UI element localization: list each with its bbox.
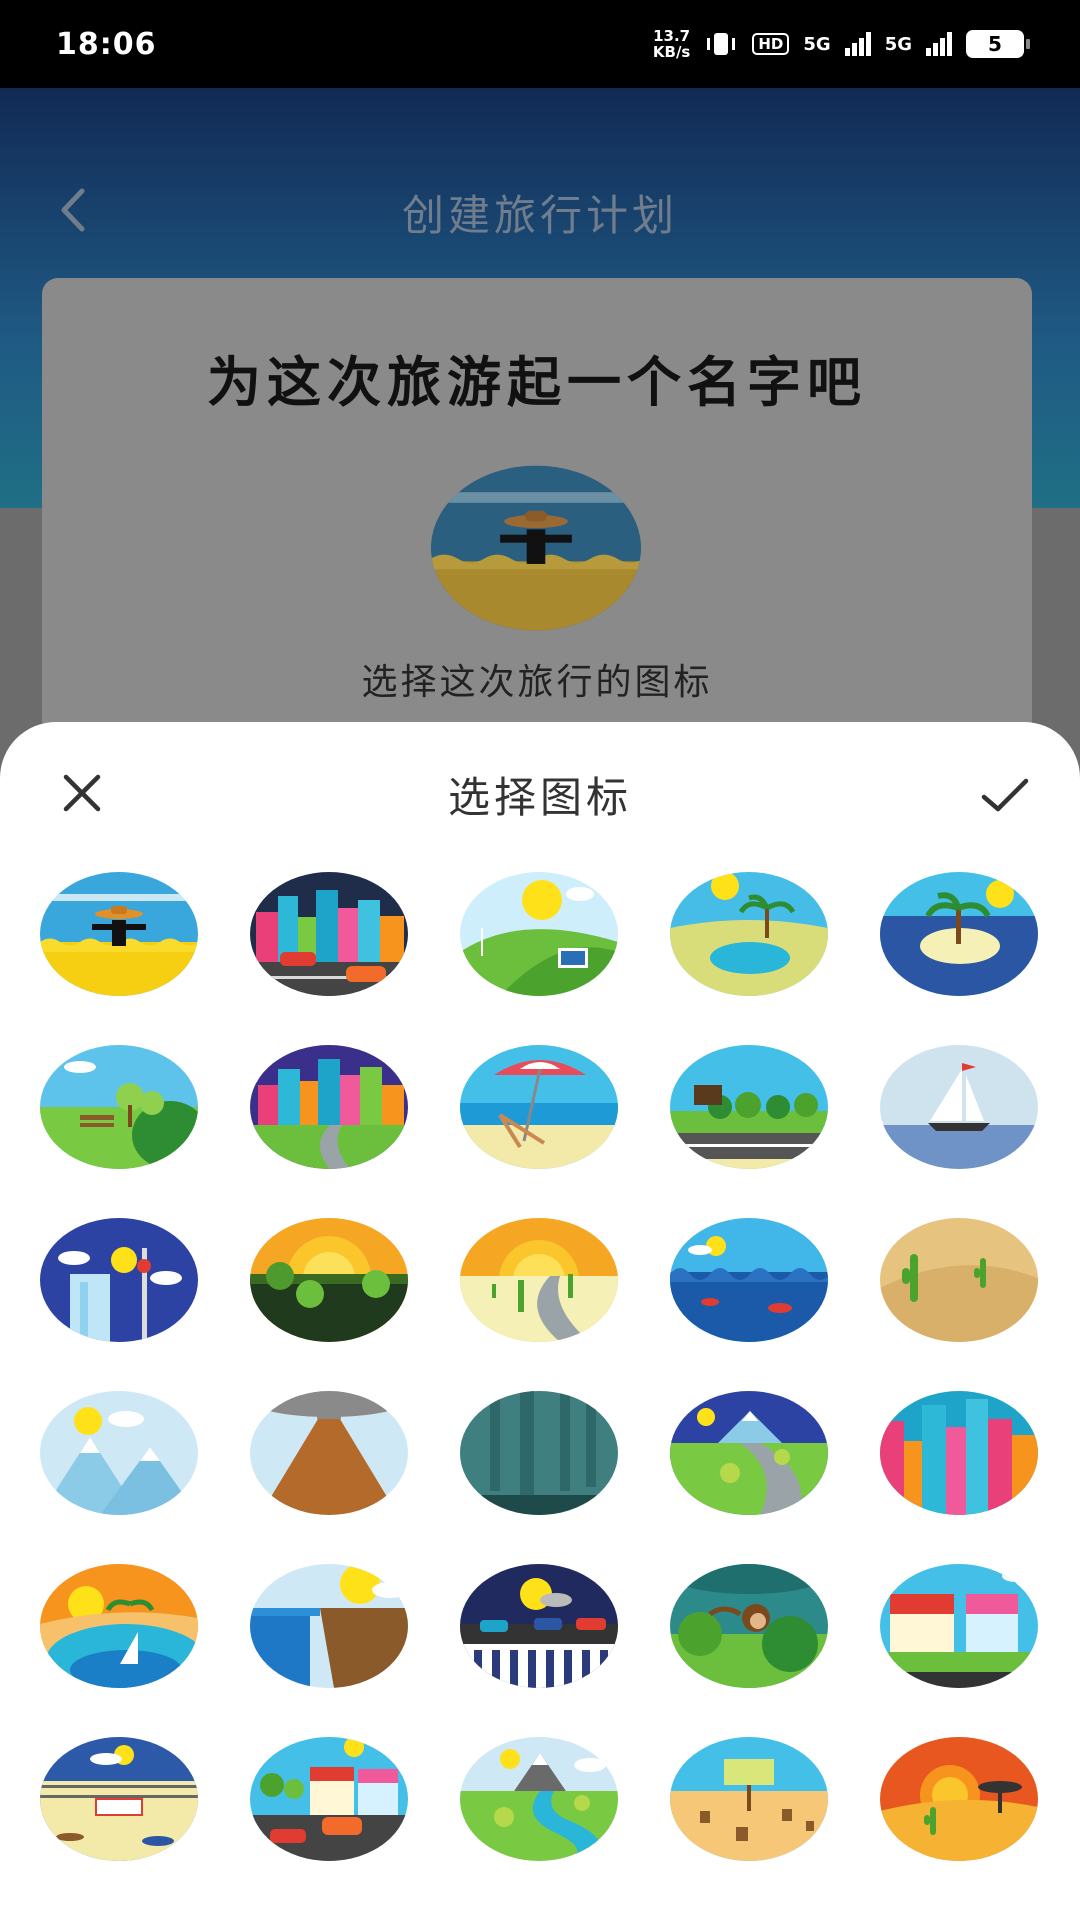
scarecrow-field-icon[interactable]: [40, 872, 198, 996]
oasis-palm-icon[interactable]: [670, 872, 828, 996]
save-the-trees-icon[interactable]: [670, 1737, 828, 1861]
check-icon[interactable]: [978, 767, 1032, 821]
dark-forest-icon[interactable]: [460, 1391, 618, 1515]
network-speed-value: 13.7: [653, 27, 691, 45]
solar-panel-hills-icon[interactable]: [460, 872, 618, 996]
signal-strength-icon-2: [926, 32, 952, 56]
sim2-5g-label: 5G: [884, 33, 912, 55]
battery-level: 5: [988, 32, 1002, 56]
desert-road-icon[interactable]: [460, 1218, 618, 1342]
warzone-beach-icon[interactable]: [40, 1737, 198, 1861]
tropical-lagoon-icon[interactable]: [40, 1564, 198, 1688]
sunset-forest-icon[interactable]: [250, 1218, 408, 1342]
sea-fish-icon[interactable]: [670, 1218, 828, 1342]
river-mountains-icon[interactable]: [460, 1737, 618, 1861]
selected-trip-icon[interactable]: [431, 465, 641, 631]
snow-mountains-icon[interactable]: [40, 1391, 198, 1515]
network-speed-unit: KB/s: [652, 43, 691, 61]
city-park-path-icon[interactable]: [250, 1045, 408, 1169]
signal-strength-icon: [844, 32, 871, 56]
tv-tower-city-icon[interactable]: [40, 1218, 198, 1342]
waterfall-cliff-icon[interactable]: [250, 1564, 408, 1688]
hd-badge: HD: [752, 33, 790, 55]
status-bar: 18:06 13.7 KB/s HD 5G 5G 5: [0, 0, 1080, 88]
icon-picker-sheet: 选择图标: [0, 722, 1080, 1920]
network-speed: 13.7 KB/s: [653, 28, 690, 60]
highway-86-icon[interactable]: [670, 1045, 828, 1169]
city-traffic-icon[interactable]: [250, 872, 408, 996]
status-icons: 13.7 KB/s HD 5G 5G 5: [653, 28, 1030, 60]
beach-chair-icon[interactable]: [460, 1045, 618, 1169]
battery-icon: 5: [966, 30, 1030, 58]
park-bench-icon[interactable]: [40, 1045, 198, 1169]
page-title: 创建旅行计划: [401, 191, 678, 240]
savanna-sunset-icon[interactable]: [880, 1737, 1038, 1861]
icon-caption: 选择这次旅行的图标: [361, 662, 713, 703]
monkey-jungle-icon[interactable]: [670, 1564, 828, 1688]
vibrate-icon: [707, 33, 736, 55]
volcano-icon[interactable]: [250, 1391, 408, 1515]
food-stalls-icon[interactable]: [880, 1564, 1038, 1688]
desert-cactus-icon[interactable]: [880, 1218, 1038, 1342]
street-shops-icon[interactable]: [250, 1737, 408, 1861]
night-traffic-icon[interactable]: [460, 1564, 618, 1688]
sim1-5g-label: 5G: [803, 33, 831, 55]
trip-name-card: 为这次旅游起一个名字吧 选择这次旅行的图标: [42, 278, 1032, 738]
mountain-road-icon[interactable]: [670, 1391, 828, 1515]
palm-island-icon[interactable]: [880, 872, 1038, 996]
colorful-city-icon[interactable]: [880, 1391, 1038, 1515]
status-time: 18:06: [56, 26, 157, 62]
sheet-title: 选择图标: [447, 773, 632, 822]
screen: 18:06 13.7 KB/s HD 5G 5G 5 创建旅行计划 为这次旅游起…: [0, 0, 1080, 1920]
trip-name-heading: 为这次旅游起一个名字吧: [207, 351, 867, 414]
sailboat-icon[interactable]: [880, 1045, 1038, 1169]
icon-grid: [40, 872, 1050, 1861]
